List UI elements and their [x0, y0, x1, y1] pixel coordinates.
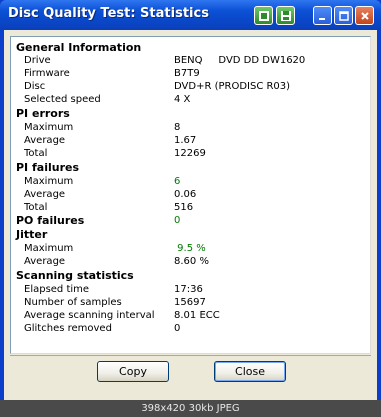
- stat-label: Elapsed time: [24, 284, 90, 295]
- section-po-failures: PO failures 0: [11, 214, 369, 227]
- stat-row-pi-failures-avg: Average 0.06: [11, 188, 369, 201]
- section-jitter: Jitter: [11, 228, 369, 241]
- stat-value: 17:36: [174, 284, 203, 295]
- dialog-client-area: General Information Drive BENQ DVD DD DW…: [4, 30, 377, 413]
- stat-value: DVD+R (PRODISC R03): [174, 81, 291, 92]
- stat-value: 0.06: [174, 189, 197, 200]
- stat-row-drive: Drive BENQ DVD DD DW1620: [11, 54, 369, 67]
- separator: [10, 355, 371, 356]
- stat-row-selected-speed: Selected speed 4 X: [11, 93, 369, 106]
- stat-label: Total: [24, 148, 48, 159]
- stat-label: Firmware: [24, 68, 70, 79]
- stat-value: BENQ DVD DD DW1620: [174, 55, 306, 66]
- minimize-icon[interactable]: [313, 6, 332, 25]
- stat-label: Drive: [24, 55, 51, 66]
- statistics-panel: General Information Drive BENQ DVD DD DW…: [10, 36, 371, 354]
- stat-value: 4 X: [174, 94, 191, 105]
- stat-label: Maximum: [24, 122, 74, 133]
- window-title: Disc Quality Test: Statistics: [8, 6, 209, 21]
- stat-value: 9.5 %: [174, 243, 206, 254]
- title-bar[interactable]: Disc Quality Test: Statistics: [0, 0, 381, 30]
- image-caption: 398x420 30kb JPEG: [0, 400, 381, 417]
- dialog-window: Disc Quality Test: Statistics General In…: [0, 0, 381, 417]
- stat-value: 15697: [174, 297, 206, 308]
- copy-button[interactable]: Copy: [97, 361, 169, 382]
- stat-value: 8: [174, 122, 181, 133]
- stat-row-avg-scanning-interval: Average scanning interval 8.01 ECC: [11, 309, 369, 322]
- stat-value: 1.67: [174, 135, 197, 146]
- stat-label: Glitches removed: [24, 323, 112, 334]
- close-icon[interactable]: [355, 6, 374, 25]
- section-heading: PI failures: [16, 161, 79, 174]
- stat-row-pi-errors-total: Total 12269: [11, 147, 369, 160]
- stat-value: 516: [174, 202, 194, 213]
- stat-row-elapsed-time: Elapsed time 17:36: [11, 283, 369, 296]
- close-button[interactable]: Close: [214, 361, 286, 382]
- stat-label: Average: [24, 135, 66, 146]
- stat-row-pi-failures-total: Total 516: [11, 201, 369, 214]
- section-pi-failures: PI failures: [11, 161, 369, 174]
- section-heading: General Information: [16, 41, 142, 54]
- maximize-icon[interactable]: [334, 6, 353, 25]
- app-icon[interactable]: [254, 6, 273, 25]
- stat-label: Average: [24, 189, 66, 200]
- section-heading: PO failures: [16, 214, 85, 227]
- stat-row-pi-errors-max: Maximum 8: [11, 121, 369, 134]
- section-general-information: General Information: [11, 41, 369, 54]
- stat-label: Selected speed: [24, 94, 101, 105]
- section-heading: Scanning statistics: [16, 269, 134, 282]
- stat-value: 8.01 ECC: [174, 310, 220, 321]
- stat-label: Average: [24, 256, 66, 267]
- stat-row-number-of-samples: Number of samples 15697: [11, 296, 369, 309]
- stat-row-pi-errors-avg: Average 1.67: [11, 134, 369, 147]
- stat-row-glitches-removed: Glitches removed 0: [11, 322, 369, 335]
- stat-value: 0: [174, 215, 181, 226]
- section-heading: PI errors: [16, 107, 70, 120]
- stat-label: Average scanning interval: [24, 310, 155, 321]
- stat-row-firmware: Firmware B7T9: [11, 67, 369, 80]
- stat-value: 8.60 %: [174, 256, 209, 267]
- stat-label: Disc: [24, 81, 46, 92]
- section-heading: Jitter: [16, 228, 48, 241]
- save-icon[interactable]: [276, 6, 295, 25]
- stat-value: 12269: [174, 148, 206, 159]
- stat-row-disc: Disc DVD+R (PRODISC R03): [11, 80, 369, 93]
- stat-label: Maximum: [24, 243, 74, 254]
- stat-label: Total: [24, 202, 48, 213]
- stat-value: 0: [174, 323, 181, 334]
- stat-value: 6: [174, 176, 181, 187]
- stat-row-jitter-max: Maximum 9.5 %: [11, 242, 369, 255]
- section-scanning-statistics: Scanning statistics: [11, 269, 369, 282]
- stat-label: Number of samples: [24, 297, 122, 308]
- stat-row-pi-failures-max: Maximum 6: [11, 175, 369, 188]
- stat-row-jitter-avg: Average 8.60 %: [11, 255, 369, 268]
- stat-value: B7T9: [174, 68, 200, 79]
- section-pi-errors: PI errors: [11, 107, 369, 120]
- stat-label: Maximum: [24, 176, 74, 187]
